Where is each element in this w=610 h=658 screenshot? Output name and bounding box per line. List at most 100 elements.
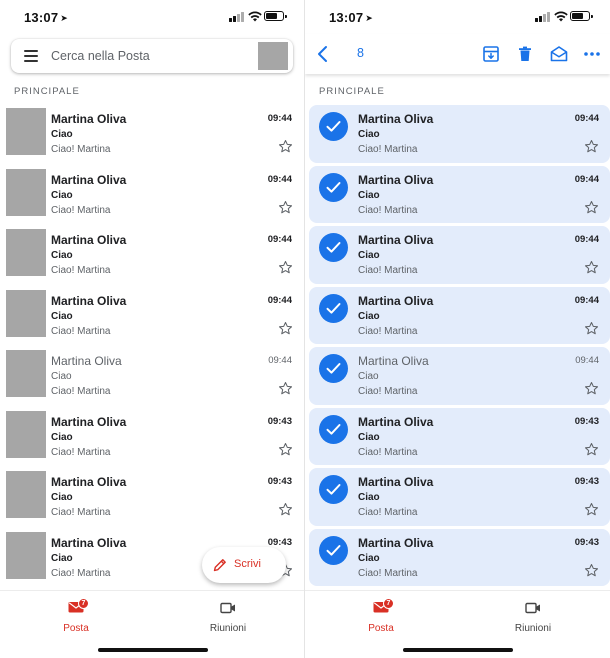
sender-avatar[interactable] xyxy=(6,229,46,276)
email-subject: Ciao xyxy=(51,250,73,261)
nav-meet-label: Riunioni xyxy=(514,623,552,634)
checkmark-icon[interactable] xyxy=(319,475,348,504)
email-subject: Ciao xyxy=(51,189,73,201)
email-row[interactable]: Martina Oliva Ciao Ciao! Martina 09:43 xyxy=(309,407,610,465)
star-outline-icon[interactable] xyxy=(278,260,293,275)
email-row[interactable]: Martina Oliva Ciao Ciao! Martina 09:44 xyxy=(0,166,304,227)
star-outline-icon[interactable] xyxy=(278,442,293,457)
email-sender: Martina Oliva xyxy=(358,475,434,489)
email-row[interactable]: Martina Oliva Ciao Ciao! Martina 09:44 xyxy=(0,105,304,166)
email-row[interactable]: Martina Oliva Ciao Ciao! Martina 09:44 xyxy=(0,287,304,348)
email-snippet: Ciao! Martina xyxy=(358,204,418,216)
nav-mail-label: Posta xyxy=(368,623,394,634)
email-sender: Martina Oliva xyxy=(358,293,434,308)
archive-icon[interactable] xyxy=(481,44,501,64)
star-outline-icon[interactable] xyxy=(278,200,293,215)
sender-avatar[interactable] xyxy=(6,350,46,397)
checkmark-icon[interactable] xyxy=(319,414,348,444)
sender-avatar[interactable] xyxy=(6,289,46,337)
email-subject: Ciao xyxy=(358,189,380,201)
sender-avatar[interactable] xyxy=(6,410,46,458)
checkmark-icon[interactable] xyxy=(319,233,348,262)
email-row[interactable]: Martina Oliva Ciao Ciao! Martina 09:44 xyxy=(309,226,610,284)
email-time: 09:43 xyxy=(267,476,292,487)
sender-avatar[interactable] xyxy=(6,471,46,518)
email-subject: Ciao xyxy=(358,129,380,140)
email-row[interactable]: Martina Oliva Ciao Ciao! Martina 09:44 xyxy=(0,347,304,408)
email-sender: Martina Oliva xyxy=(358,172,434,187)
status-time: 13:07 ➤ xyxy=(329,10,373,25)
email-row[interactable]: Martina Oliva Ciao Ciao! Martina 09:44 xyxy=(309,165,610,223)
search-bar[interactable]: Cerca nella Posta xyxy=(11,39,293,73)
more-horizontal-icon[interactable] xyxy=(582,44,602,64)
cellular-signal-icon xyxy=(229,12,244,22)
checkmark-icon[interactable] xyxy=(319,172,348,202)
email-row[interactable]: Martina Oliva Ciao Ciao! Martina 09:43 xyxy=(309,528,610,586)
star-outline-icon[interactable] xyxy=(584,200,599,215)
email-sender: Martina Oliva xyxy=(358,354,429,368)
email-subject: Ciao xyxy=(51,129,73,140)
email-snippet: Ciao! Martina xyxy=(51,144,111,155)
email-time: 09:44 xyxy=(574,173,599,185)
star-outline-icon[interactable] xyxy=(584,442,599,457)
selected-list: Martina Oliva Ciao Ciao! Martina 09:44 Marti… xyxy=(305,105,610,589)
email-time: 09:43 xyxy=(267,536,292,548)
search-input[interactable]: Cerca nella Posta xyxy=(51,49,150,63)
email-subject: Ciao xyxy=(358,552,380,564)
email-subject: Ciao xyxy=(358,250,380,261)
sender-avatar[interactable] xyxy=(6,531,46,579)
star-outline-icon[interactable] xyxy=(584,260,599,275)
email-snippet: Ciao! Martina xyxy=(358,386,418,397)
checkmark-icon[interactable] xyxy=(319,293,348,323)
email-subject: Ciao xyxy=(51,310,73,322)
account-avatar[interactable] xyxy=(258,42,288,70)
email-sender: Martina Oliva xyxy=(51,233,127,247)
email-time: 09:44 xyxy=(268,355,292,366)
star-outline-icon[interactable] xyxy=(584,381,599,396)
star-outline-icon[interactable] xyxy=(584,502,599,517)
email-sender: Martina Oliva xyxy=(51,112,127,126)
star-outline-icon[interactable] xyxy=(278,502,293,517)
email-snippet: Ciao! Martina xyxy=(51,446,111,458)
email-time: 09:44 xyxy=(267,113,292,124)
email-row[interactable]: Martina Oliva Ciao Ciao! Martina 09:43 xyxy=(0,408,304,469)
chevron-left-icon[interactable] xyxy=(315,45,331,63)
star-outline-icon[interactable] xyxy=(584,139,599,154)
email-row[interactable]: Martina Oliva Ciao Ciao! Martina 09:44 xyxy=(309,347,610,405)
star-outline-icon[interactable] xyxy=(278,381,293,396)
nav-meet-label: Riunioni xyxy=(209,623,247,634)
email-subject: Ciao xyxy=(358,431,380,443)
email-time: 09:43 xyxy=(574,476,599,487)
email-snippet: Ciao! Martina xyxy=(51,567,111,579)
star-outline-icon[interactable] xyxy=(584,563,599,578)
sender-avatar[interactable] xyxy=(6,108,46,155)
hamburger-menu-icon[interactable] xyxy=(24,50,38,62)
email-sender: Martina Oliva xyxy=(358,535,434,550)
email-time: 09:44 xyxy=(574,294,599,306)
sender-avatar[interactable] xyxy=(6,168,46,216)
email-time: 09:43 xyxy=(574,536,599,548)
email-time: 09:44 xyxy=(267,294,292,306)
email-row[interactable]: Martina Oliva Ciao Ciao! Martina 09:44 xyxy=(309,105,610,163)
email-row[interactable]: Martina Oliva Ciao Ciao! Martina 09:43 xyxy=(0,468,304,529)
trash-icon[interactable] xyxy=(515,44,535,64)
checkmark-icon[interactable] xyxy=(319,354,348,383)
email-row[interactable]: Martina Oliva Ciao Ciao! Martina 09:44 xyxy=(309,286,610,344)
star-outline-icon[interactable] xyxy=(278,321,293,336)
status-bar: 13:07 ➤ xyxy=(0,0,304,34)
email-time: 09:44 xyxy=(574,234,599,245)
email-row[interactable]: Martina Oliva Ciao Ciao! Martina 09:44 xyxy=(0,226,304,287)
cellular-signal-icon xyxy=(535,12,550,22)
open-envelope-icon[interactable] xyxy=(549,44,569,64)
compose-button[interactable]: Scrivi xyxy=(202,547,286,583)
email-snippet: Ciao! Martina xyxy=(51,386,111,397)
email-snippet: Ciao! Martina xyxy=(358,446,418,458)
star-outline-icon[interactable] xyxy=(278,139,293,154)
email-sender: Martina Oliva xyxy=(51,293,127,308)
checkmark-icon[interactable] xyxy=(319,112,348,141)
email-snippet: Ciao! Martina xyxy=(51,507,111,518)
checkmark-icon[interactable] xyxy=(319,535,348,565)
star-outline-icon[interactable] xyxy=(584,321,599,336)
email-snippet: Ciao! Martina xyxy=(51,204,111,216)
email-row[interactable]: Martina Oliva Ciao Ciao! Martina 09:43 xyxy=(309,468,610,526)
